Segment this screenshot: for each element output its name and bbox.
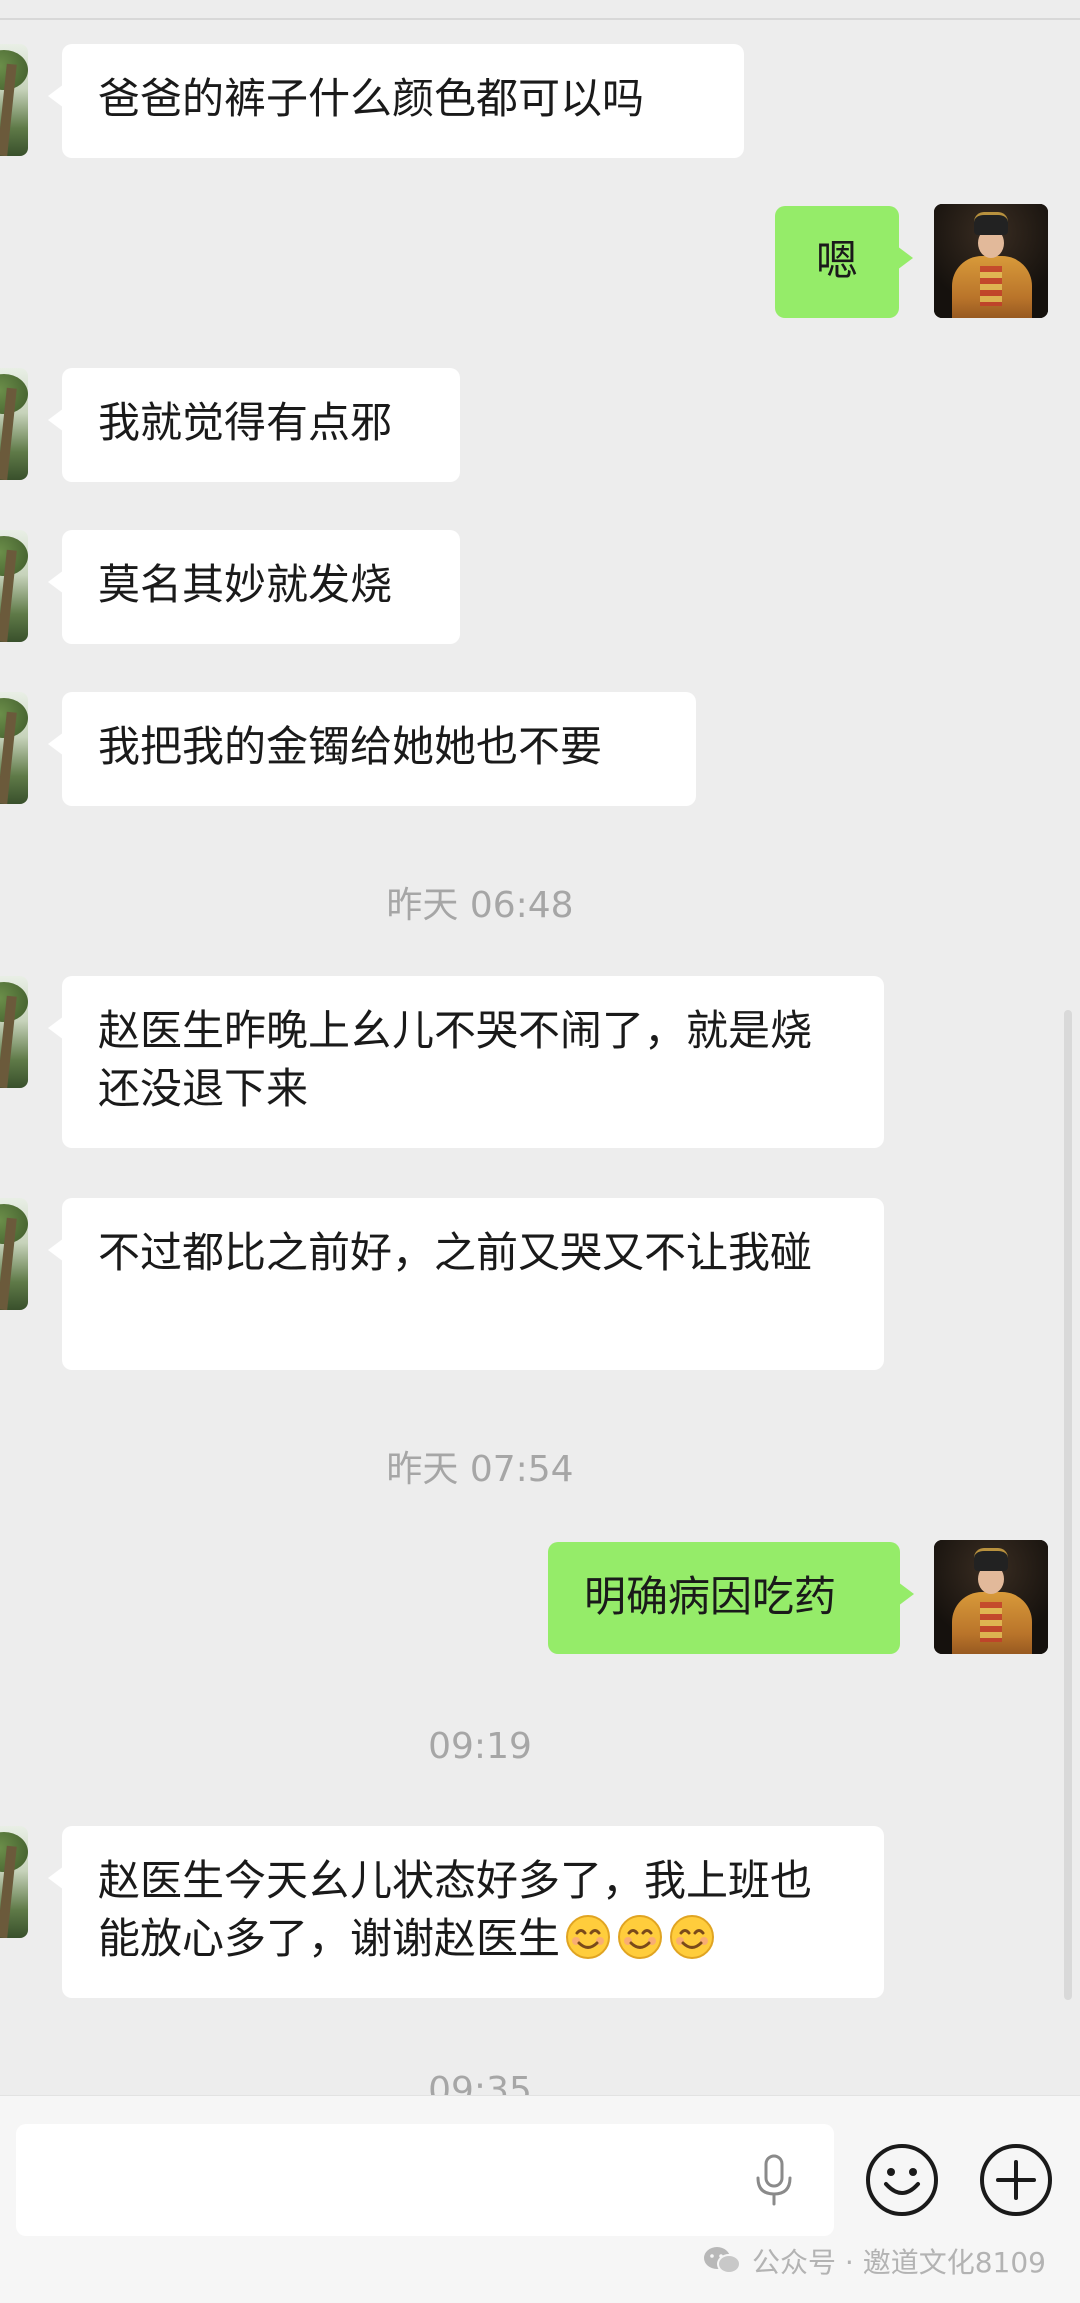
- timestamp: 09:35: [428, 2070, 532, 2095]
- smiling-face-emoji: [670, 1915, 715, 1959]
- self-avatar[interactable]: [934, 204, 1048, 318]
- self-avatar[interactable]: [934, 1540, 1048, 1654]
- smiling-face-emoji: [618, 1915, 663, 1959]
- message-bubble[interactable]: 赵医生今天幺儿状态好多了，我上班也能放心多了，谢谢赵医生: [48, 1826, 884, 1998]
- message-bubble[interactable]: 嗯: [775, 206, 913, 318]
- contact-avatar[interactable]: [0, 368, 28, 480]
- watermark-label: 公众号 · 邀道文化8109: [752, 2246, 1046, 2279]
- input-bar: 公众号 · 邀道文化8109: [0, 2095, 1080, 2303]
- contact-avatar[interactable]: [0, 1198, 28, 1310]
- timestamp: 昨天 06:48: [386, 885, 574, 926]
- message-bubble[interactable]: 我把我的金镯给她她也不要: [48, 692, 696, 806]
- plus-circle-icon[interactable]: [978, 2142, 1054, 2218]
- contact-avatar[interactable]: [0, 44, 28, 156]
- message-bubble[interactable]: 爸爸的裤子什么颜色都可以吗: [48, 44, 744, 158]
- message-bubble[interactable]: 我就觉得有点邪: [48, 368, 460, 482]
- smile-icon[interactable]: [864, 2142, 940, 2218]
- message-input[interactable]: [16, 2124, 834, 2236]
- contact-avatar[interactable]: [0, 692, 28, 804]
- timestamp: 09:19: [428, 1726, 532, 1767]
- microphone-icon[interactable]: [742, 2148, 806, 2212]
- smiling-face-emoji: [566, 1915, 611, 1959]
- message-bubble[interactable]: 不过都比之前好，之前又哭又不让我碰: [48, 1198, 884, 1370]
- message-bubble[interactable]: 莫名其妙就发烧: [48, 530, 460, 644]
- chat-messages[interactable]: 爸爸的裤子什么颜色都可以吗 嗯 我就觉得有点邪 莫名其妙就发烧 我把我的金镯给她…: [0, 0, 1080, 2095]
- timestamp: 昨天 07:54: [386, 1449, 574, 1490]
- watermark: 公众号 · 邀道文化8109: [702, 2241, 1046, 2281]
- contact-avatar[interactable]: [0, 976, 28, 1088]
- message-bubble[interactable]: 明确病因吃药: [548, 1542, 914, 1654]
- message-bubble[interactable]: 赵医生昨晚上幺儿不哭不闹了，就是烧还没退下来: [48, 976, 884, 1148]
- contact-avatar[interactable]: [0, 1826, 28, 1938]
- scrollbar[interactable]: [1064, 1010, 1072, 2000]
- wechat-icon: [704, 2247, 742, 2274]
- contact-avatar[interactable]: [0, 530, 28, 642]
